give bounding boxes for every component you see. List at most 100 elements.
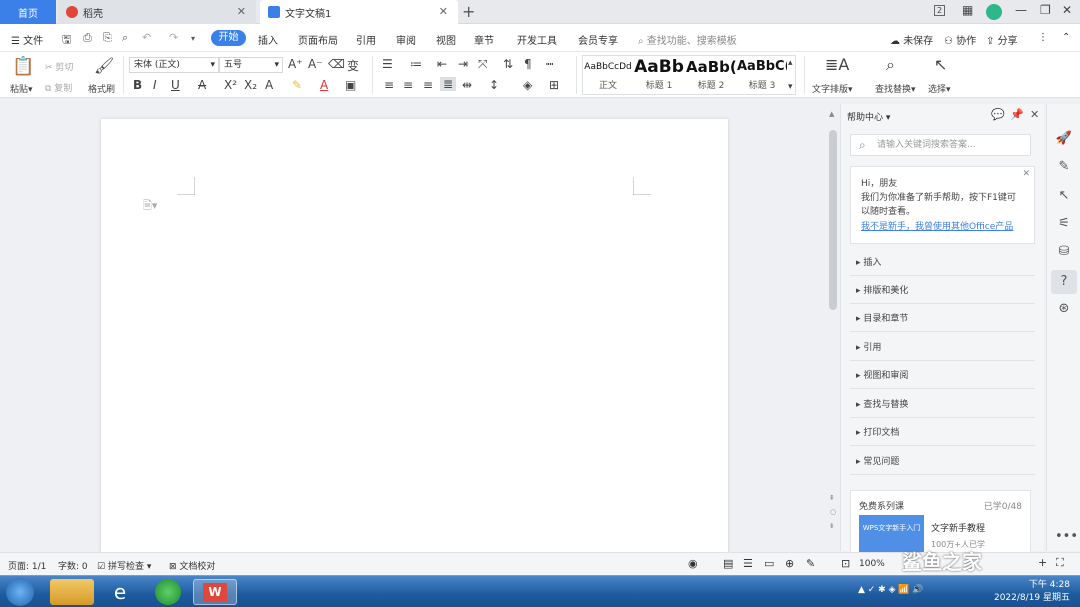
format-painter-icon[interactable]: 🖌 — [94, 56, 114, 75]
bullet-list-icon[interactable]: ☰ — [382, 57, 393, 71]
format-painter-button[interactable]: 格式刷 — [88, 82, 115, 95]
copy-button[interactable]: ⧉ 复制 — [45, 81, 72, 94]
select-browse-icon[interactable]: ○ — [830, 508, 836, 516]
paste-button[interactable]: 粘贴▾ — [10, 82, 33, 95]
outline-view-icon[interactable]: ☰ — [743, 557, 753, 570]
select-cursor-icon[interactable]: ↖ — [934, 55, 947, 74]
help-section-find-replace[interactable]: ▸ 查找与替换 — [850, 392, 1035, 418]
share-button[interactable]: ⇪ 分享 — [986, 32, 1018, 47]
tray-icons[interactable]: ▲ ✓ ✱ ◈ 📶 🔊 — [858, 585, 924, 595]
spellcheck-button[interactable]: ☑ 拼写检查 ▾ — [97, 559, 151, 572]
tab-daoke[interactable]: 稻壳 ✕ — [58, 0, 256, 24]
quick-access-more-icon[interactable]: ▾ — [191, 34, 195, 43]
close-icon[interactable]: ✕ — [1022, 169, 1030, 179]
show-marks-icon[interactable]: ¶ — [524, 57, 532, 71]
help-panel-title[interactable]: 帮助中心 ▾ — [847, 110, 890, 123]
shrink-font-icon[interactable]: A⁻ — [308, 57, 323, 71]
menu-tab-developer[interactable]: 开发工具 — [517, 32, 557, 47]
help-section-layout[interactable]: ▸ 排版和美化 — [850, 278, 1035, 304]
style-heading-2[interactable]: AaBb(标题 2 — [686, 56, 737, 94]
collab-button[interactable]: ⚇ 协作 — [944, 32, 976, 47]
font-size-select[interactable]: 五号 ▾ — [219, 57, 283, 73]
undo-icon[interactable]: ↶ — [142, 31, 151, 44]
avatar[interactable] — [986, 4, 1002, 20]
help-section-toc[interactable]: ▸ 目录和章节 — [850, 306, 1035, 332]
scroll-up-icon[interactable]: ▲ — [829, 110, 834, 118]
cut-button[interactable]: ✂ 剪切 — [45, 60, 73, 73]
tab-home[interactable]: 首页 — [0, 0, 56, 24]
menu-tab-references[interactable]: 引用 — [356, 32, 376, 47]
close-panel-icon[interactable]: ✕ — [1030, 108, 1039, 121]
clear-format-icon[interactable]: ⌫ — [328, 57, 345, 71]
eye-protection-icon[interactable]: ◉ — [688, 557, 698, 570]
style-heading-1[interactable]: AaBb 标题 1 — [634, 56, 684, 94]
sliders-icon[interactable]: ⚟ — [1055, 215, 1073, 233]
chat-icon[interactable]: 💬 — [991, 108, 1005, 121]
underline-icon[interactable]: U — [171, 78, 180, 92]
cursor-icon[interactable]: ↖ — [1055, 187, 1073, 205]
help-section-faq[interactable]: ▸ 常见问题 — [850, 449, 1035, 475]
style-more-icon[interactable]: ▾ — [788, 82, 793, 92]
web-view-icon[interactable]: ⊕ — [785, 557, 794, 570]
layout-switch-icon[interactable]: 2 — [934, 5, 946, 16]
style-scroll-up-icon[interactable]: ▴ — [788, 58, 793, 68]
distributed-icon[interactable]: ⇹ — [462, 78, 472, 92]
more-options-icon[interactable]: ••• — [1055, 528, 1078, 546]
superscript-icon[interactable]: X² — [224, 78, 237, 92]
vertical-scrollbar[interactable]: ▲ ⇞ ○ ⇟ — [828, 108, 838, 548]
paste-icon[interactable]: 📋 — [12, 56, 34, 77]
browser-taskbar-icon[interactable] — [155, 579, 181, 605]
rocket-icon[interactable]: 🚀 — [1055, 130, 1073, 148]
pin-icon[interactable]: 📌 — [1010, 108, 1024, 121]
help-section-insert[interactable]: ▸ 插入 — [850, 250, 1035, 276]
bold-icon[interactable]: B — [133, 78, 142, 92]
export-pdf-icon[interactable]: ⎙ — [83, 31, 92, 45]
subscript-icon[interactable]: X₂ — [244, 78, 257, 92]
grow-font-icon[interactable]: A⁺ — [288, 57, 303, 71]
find-replace-icon[interactable]: ⌕ — [886, 55, 895, 75]
menu-tab-insert[interactable]: 插入 — [258, 32, 278, 47]
write-mode-icon[interactable]: ✎ — [806, 557, 815, 570]
font-name-select[interactable]: 宋体 (正文) ▾ — [129, 57, 219, 73]
menu-tab-home[interactable]: 开始 — [211, 30, 246, 46]
reading-view-icon[interactable]: ▭ — [764, 557, 774, 570]
ie-taskbar-icon[interactable]: e — [98, 579, 142, 605]
scroll-thumb[interactable] — [829, 130, 837, 310]
system-clock[interactable]: 下午 4:28 2022/8/19 星期五 — [994, 579, 1070, 605]
style-normal[interactable]: AaBbCcDd 正文 — [583, 56, 633, 94]
help-search-input[interactable]: ⌕ 请输入关键词搜索答案... — [850, 134, 1031, 156]
close-window-icon[interactable]: ✕ — [1062, 3, 1072, 17]
style-heading-3[interactable]: AaBbC(标题 3 — [737, 56, 787, 94]
page-indicator[interactable]: 页面: 1/1 — [8, 559, 46, 572]
page-view-icon[interactable]: ▤ — [723, 557, 733, 570]
char-border-icon[interactable]: ▣ — [345, 78, 356, 92]
minimize-icon[interactable]: — — [1015, 3, 1027, 17]
align-center-icon[interactable]: ≡ — [403, 78, 413, 92]
menu-file[interactable]: ☰ 文件 — [11, 32, 43, 47]
highlight-icon[interactable]: ✎ — [292, 78, 302, 92]
wps-taskbar-icon[interactable]: W — [193, 579, 237, 605]
font-color-icon[interactable]: A — [320, 78, 328, 92]
italic-icon[interactable]: I — [153, 78, 157, 92]
unsaved-button[interactable]: ☁ 未保存 — [890, 32, 933, 47]
find-replace-button[interactable]: 查找替换▾ — [875, 82, 916, 95]
feature-search[interactable]: ⌕ 查找功能、搜索模板 — [638, 32, 737, 47]
print-icon[interactable]: ⎘ — [103, 31, 112, 45]
justify-icon[interactable]: ≣ — [440, 77, 457, 91]
sort-icon[interactable]: ⇅ — [503, 57, 513, 71]
tab-document[interactable]: 文字文稿1 ✕ — [260, 0, 458, 24]
pen-icon[interactable]: ✎ — [1055, 158, 1073, 176]
zoom-level[interactable]: 100% — [859, 559, 885, 569]
save-icon[interactable]: 🖫 — [62, 31, 71, 50]
chinese-layout-icon[interactable]: ⤧ — [478, 57, 488, 72]
more-icon[interactable]: ⋮ — [1038, 32, 1048, 43]
numbered-list-icon[interactable]: ≔ — [410, 57, 422, 71]
shading-icon[interactable]: ◈ — [523, 78, 532, 92]
paragraph-options-icon[interactable]: 🗎▾ — [143, 197, 157, 216]
phonetic-guide-icon[interactable]: 变 — [347, 57, 359, 74]
grid-apps-icon[interactable]: ▦ — [962, 3, 973, 17]
document-page[interactable]: 🗎▾ — [101, 119, 728, 559]
collapse-ribbon-icon[interactable]: ⌃ — [1062, 32, 1070, 43]
increase-indent-icon[interactable]: ⇥ — [458, 57, 468, 71]
help-section-references[interactable]: ▸ 引用 — [850, 335, 1035, 361]
